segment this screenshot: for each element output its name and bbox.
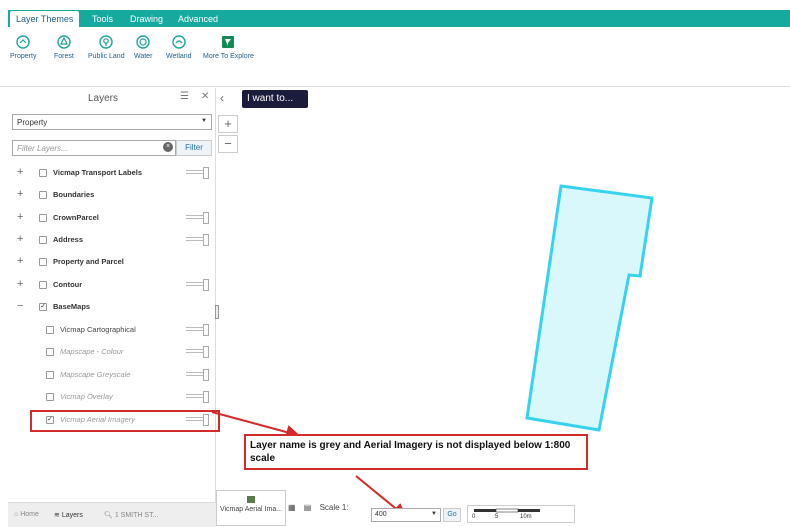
basemap-label: Vicmap Aerial Ima... (219, 506, 283, 513)
scale-control: ▦ ▤ Scale 1: (288, 503, 349, 512)
table-icon[interactable]: ▤ (304, 503, 312, 512)
scale-tick: 5 (495, 514, 499, 520)
go-button[interactable]: Go (443, 508, 461, 522)
scale-bar: 0 5 10m (467, 505, 575, 523)
scale-select[interactable]: 400 ▼ (371, 508, 441, 522)
measure-icon[interactable]: ▦ (288, 503, 296, 512)
scale-value: 400 (375, 511, 387, 518)
scale-tick: 10m (520, 514, 532, 520)
basemap-switcher[interactable]: Vicmap Aerial Ima... (216, 490, 286, 526)
chevron-down-icon: ▼ (431, 511, 437, 517)
scale-tick: 0 (472, 514, 476, 520)
aerial-thumbnail-icon (247, 496, 255, 503)
annotation-callout: Layer name is grey and Aerial Imagery is… (244, 434, 588, 470)
scale-label: Scale 1: (319, 503, 349, 512)
property-parcel[interactable] (525, 184, 654, 432)
